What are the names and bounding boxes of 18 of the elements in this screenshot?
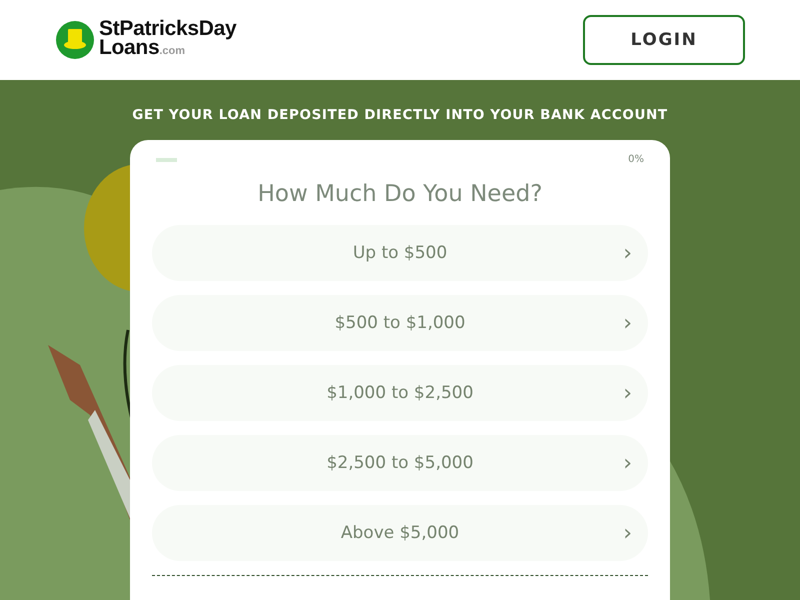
amount-option-button[interactable]: $1,000 to $2,500 › xyxy=(152,365,648,421)
amount-option-button[interactable]: $2,500 to $5,000 › xyxy=(152,435,648,491)
logo-suffix: .com xyxy=(159,44,186,59)
question-heading: How Much Do You Need? xyxy=(256,181,544,207)
top-hat-logo-icon xyxy=(55,20,95,60)
banner-text: GET YOUR LOAN DEPOSITED DIRECTLY INTO YOUR BANK ACCOUNT xyxy=(132,107,668,123)
chevron-icon: › xyxy=(623,310,632,336)
login-button[interactable]: LOGIN xyxy=(583,15,745,65)
logo-text: Loans xyxy=(99,38,160,57)
progress-reading: 0% xyxy=(628,154,644,165)
logo-text: StPatricksDay xyxy=(99,19,236,38)
chevron-icon: › xyxy=(623,520,632,546)
amount-option-button[interactable]: Above $5,000 › xyxy=(152,505,648,561)
chevron-icon: › xyxy=(623,380,632,406)
chevron-icon: › xyxy=(623,450,632,476)
chevron-icon: › xyxy=(623,240,632,266)
amount-option-button[interactable]: $500 to $1,000 › xyxy=(152,295,648,351)
amount-option-button[interactable]: Up to $500 › xyxy=(152,225,648,281)
